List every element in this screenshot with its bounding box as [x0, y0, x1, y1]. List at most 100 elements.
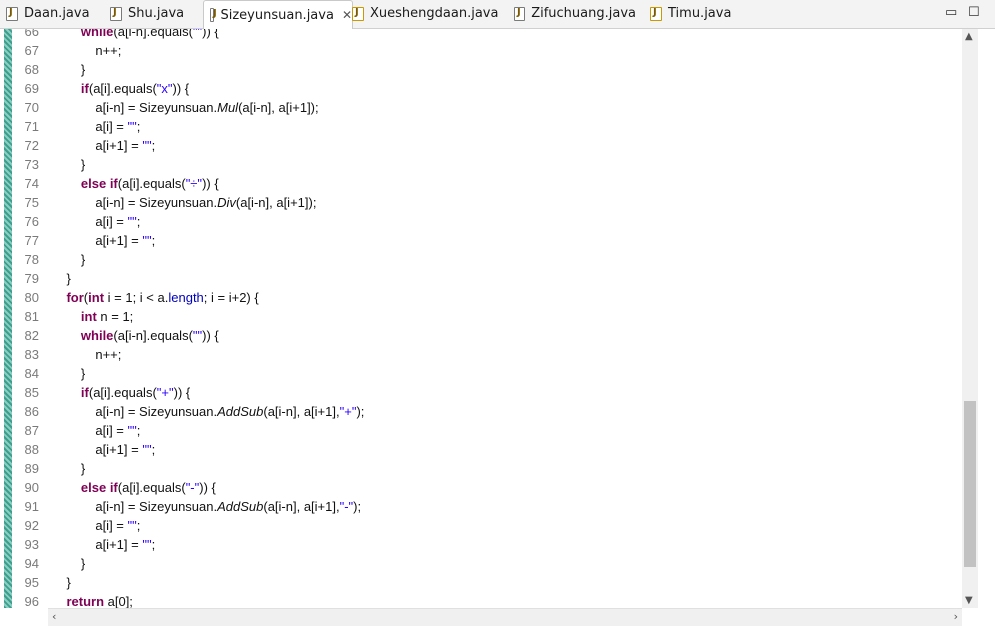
code-line[interactable]: 90 else if(a[i].equals("-")) {	[0, 478, 980, 497]
code-text: }	[52, 157, 86, 172]
tab-daan-java[interactable]: Daan.java	[6, 0, 104, 27]
java-file-warning-icon	[650, 6, 662, 21]
scroll-up-icon[interactable]: ▲	[965, 31, 973, 42]
line-number: 74	[24, 176, 39, 191]
tab-label: Zifuchuang.java	[531, 6, 636, 21]
scroll-down-icon[interactable]: ▼	[965, 595, 973, 606]
code-text: }	[52, 556, 86, 571]
java-file-icon	[110, 6, 122, 21]
code-line[interactable]: 69 if(a[i].equals("x")) {	[0, 79, 980, 98]
line-number: 88	[24, 442, 39, 457]
code-line[interactable]: 71 a[i] = "";	[0, 117, 980, 136]
code-text: a[i-n] = Sizeyunsuan.AddSub(a[i-n], a[i+…	[52, 404, 365, 419]
line-number: 86	[24, 404, 39, 419]
code-line[interactable]: 93 a[i+1] = "";	[0, 535, 980, 554]
code-text: for(int i = 1; i < a.length; i = i+2) {	[66, 290, 259, 305]
scroll-left-icon[interactable]: ‹	[52, 610, 56, 623]
code-line[interactable]: 77 a[i+1] = "";	[0, 231, 980, 250]
code-line[interactable]: 92 a[i] = "";	[0, 516, 980, 535]
tab-zifuchuang-java[interactable]: Zifuchuang.java	[514, 0, 636, 27]
line-number: 92	[24, 518, 39, 533]
code-text: return a[0];	[66, 594, 133, 608]
code-line[interactable]: 68 }	[0, 60, 980, 79]
code-line[interactable]: 79 }	[0, 269, 980, 288]
line-number: 91	[24, 499, 39, 514]
line-number: 80	[24, 290, 39, 305]
code-line[interactable]: 80 for(int i = 1; i < a.length; i = i+2)…	[0, 288, 980, 307]
code-line[interactable]: 73 }	[0, 155, 980, 174]
scroll-right-icon[interactable]: ›	[954, 610, 958, 623]
code-text: }	[52, 252, 86, 267]
code-text: }	[52, 366, 86, 381]
java-file-icon	[514, 6, 526, 21]
line-number: 76	[24, 214, 39, 229]
tab-sizeyunsuan-java[interactable]: Sizeyunsuan.java ✕	[203, 0, 353, 29]
code-line[interactable]: 70 a[i-n] = Sizeyunsuan.Mul(a[i-n], a[i+…	[0, 98, 980, 117]
code-line[interactable]: 87 a[i] = "";	[0, 421, 980, 440]
code-text: a[i-n] = Sizeyunsuan.AddSub(a[i-n], a[i+…	[52, 499, 362, 514]
tab-label: Sizeyunsuan.java	[220, 7, 334, 23]
code-line[interactable]: 96 return a[0];	[0, 592, 980, 608]
line-number: 77	[24, 233, 39, 248]
code-line[interactable]: 76 a[i] = "";	[0, 212, 980, 231]
code-line[interactable]: 74 else if(a[i].equals("÷")) {	[0, 174, 980, 193]
code-line[interactable]: 67 n++;	[0, 41, 980, 60]
line-number: 69	[24, 81, 39, 96]
horizontal-scrollbar[interactable]: ‹ ›	[48, 608, 962, 626]
code-line[interactable]: 95 }	[0, 573, 980, 592]
line-number: 67	[24, 43, 39, 58]
code-text: a[i+1] = "";	[52, 233, 156, 248]
line-number: 84	[24, 366, 39, 381]
code-line[interactable]: 84 }	[0, 364, 980, 383]
tab-label: Xueshengdaan.java	[370, 6, 499, 21]
line-number: 87	[24, 423, 39, 438]
code-line[interactable]: 82 while(a[i-n].equals("")) {	[0, 326, 980, 345]
code-text: a[i] = "";	[52, 423, 141, 438]
code-text: a[i] = "";	[52, 119, 141, 134]
code-text: n++;	[52, 43, 122, 58]
code-line[interactable]: 66 while(a[i-n].equals("")) {	[0, 29, 980, 41]
tab-label: Shu.java	[128, 6, 185, 21]
line-number: 89	[24, 461, 39, 476]
line-number: 75	[24, 195, 39, 210]
code-line[interactable]: 83 n++;	[0, 345, 980, 364]
code-text: while(a[i-n].equals("")) {	[80, 29, 219, 39]
line-number: 85	[24, 385, 39, 400]
code-text: a[i-n] = Sizeyunsuan.Mul(a[i-n], a[i+1])…	[52, 100, 319, 115]
code-text: else if(a[i].equals("-")) {	[80, 480, 216, 495]
code-line[interactable]: 72 a[i+1] = "";	[0, 136, 980, 155]
java-file-warning-icon	[352, 6, 364, 21]
maximize-icon[interactable]: ☐	[968, 5, 980, 20]
code-text: a[i] = "";	[52, 214, 141, 229]
code-text: }	[52, 62, 86, 77]
code-line[interactable]: 88 a[i+1] = "";	[0, 440, 980, 459]
code-text: n++;	[52, 347, 122, 362]
line-number: 68	[24, 62, 39, 77]
close-tab-icon[interactable]: ✕	[342, 8, 352, 22]
code-line[interactable]: 91 a[i-n] = Sizeyunsuan.AddSub(a[i-n], a…	[0, 497, 980, 516]
scroll-thumb[interactable]	[964, 401, 976, 567]
java-file-icon	[210, 8, 218, 22]
java-file-icon	[6, 6, 18, 21]
code-text: }	[52, 271, 71, 286]
tab-timu-java[interactable]: Timu.java	[650, 0, 740, 27]
minimize-icon[interactable]: ▭	[945, 5, 957, 20]
code-line[interactable]: 78 }	[0, 250, 980, 269]
code-line[interactable]: 85 if(a[i].equals("+")) {	[0, 383, 980, 402]
code-line[interactable]: 81 int n = 1;	[0, 307, 980, 326]
line-number: 95	[24, 575, 39, 590]
tab-label: Daan.java	[24, 6, 90, 21]
tab-xueshengdaan-java[interactable]: Xueshengdaan.java	[352, 0, 502, 27]
vertical-scrollbar[interactable]: ▲ ▼	[962, 29, 978, 608]
code-text: }	[52, 575, 71, 590]
line-number: 78	[24, 252, 39, 267]
code-line[interactable]: 89 }	[0, 459, 980, 478]
code-line[interactable]: 86 a[i-n] = Sizeyunsuan.AddSub(a[i-n], a…	[0, 402, 980, 421]
code-line[interactable]: 75 a[i-n] = Sizeyunsuan.Div(a[i-n], a[i+…	[0, 193, 980, 212]
line-number: 66	[24, 29, 39, 39]
tab-shu-java[interactable]: Shu.java	[110, 0, 198, 27]
code-line[interactable]: 94 }	[0, 554, 980, 573]
line-number: 72	[24, 138, 39, 153]
code-editor[interactable]: 66 while(a[i-n].equals("")) {67 n++; 68 }…	[0, 29, 980, 608]
line-number: 79	[24, 271, 39, 286]
